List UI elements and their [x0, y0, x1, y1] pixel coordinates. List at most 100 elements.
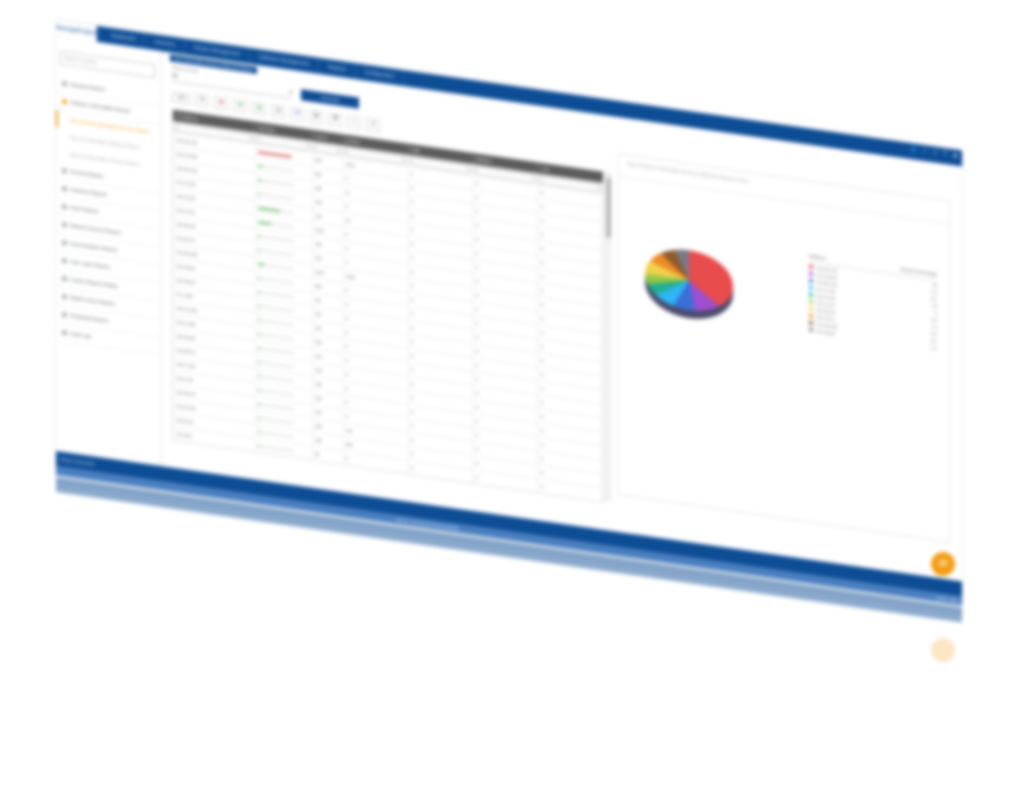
- severity-bar-fill: [258, 430, 261, 433]
- legend-swatch: [809, 320, 813, 326]
- legend-value: 8.1: [931, 296, 937, 302]
- grid-body: 10.0.26.134 820 2310 4 0 0 10.0.18.202 302 4 0 0 0 1…: [173, 132, 603, 503]
- pdf-icon[interactable]: ■: [214, 95, 229, 111]
- legend-value: 38: [932, 282, 937, 288]
- legend-swatch: [809, 285, 813, 291]
- legend-swatch: [809, 278, 813, 284]
- severity-bar-fill: [258, 374, 261, 377]
- severity-bar-fill: [258, 304, 261, 307]
- status-right[interactable]: Quick Help: [936, 593, 958, 605]
- folder-icon: [62, 311, 67, 318]
- legend-swatch: [809, 313, 813, 319]
- sidebar-item-label: Custom Reports Builder: [70, 277, 118, 289]
- severity-bar-fill: [258, 220, 271, 225]
- severity-bar: [258, 444, 295, 452]
- folder-icon: [62, 98, 67, 105]
- sidebar-items: Standard Reports Software Vulnerability R…: [56, 74, 161, 357]
- per-page-select[interactable]: 100: [172, 91, 191, 104]
- pie-chart: [645, 249, 733, 319]
- legend-swatch: [809, 327, 813, 333]
- severity-bar-fill: [258, 164, 262, 168]
- legend-swatch: [809, 264, 813, 270]
- generate-button[interactable]: Generate: [301, 89, 359, 109]
- user-icon[interactable]: 👤: [910, 146, 917, 154]
- email-icon[interactable]: ✉: [290, 106, 305, 122]
- sidebar: Search reports Standard Reports Software …: [56, 36, 162, 467]
- severity-bar: [258, 416, 295, 424]
- add-icon[interactable]: +: [347, 114, 362, 131]
- severity-bar-fill: [258, 416, 261, 419]
- legend-swatch: [809, 299, 813, 305]
- legend-value: 5.5: [931, 317, 937, 323]
- severity-bar-fill: [258, 444, 261, 447]
- folder-icon: [62, 221, 67, 228]
- chart-divider: [619, 176, 949, 225]
- folder-icon: [62, 239, 67, 246]
- severity-bar: [258, 374, 295, 382]
- severity-bar: [258, 402, 295, 410]
- severity-bar: [258, 150, 295, 158]
- severity-bar: [258, 346, 295, 354]
- severity-bar: [258, 304, 295, 312]
- grid-scrollbar[interactable]: [606, 171, 611, 502]
- sidebar-item-label: Software Vulnerability Reports: [70, 100, 131, 114]
- sidebar-item-label: Audit Logs: [70, 331, 92, 340]
- sidebar-item-label: Security Reports: [70, 169, 104, 179]
- severity-bar-fill: [258, 234, 261, 237]
- severity-bar-fill: [258, 150, 291, 158]
- search-icon[interactable]: ⌕: [923, 148, 926, 155]
- top-icons: 👤 ⌕ ♫ ? ⚙: [910, 146, 958, 160]
- severity-bar: [258, 164, 295, 172]
- chat-icon[interactable]: ✉: [931, 552, 955, 576]
- severity-bar-fill: [258, 276, 261, 279]
- severity-bar: [258, 262, 295, 270]
- severity-bar-fill: [258, 332, 261, 335]
- severity-bar: [258, 458, 295, 466]
- severity-bar-fill: [258, 318, 261, 321]
- chart-title: Top 10 Most Vulnerable Devices Affected …: [627, 161, 748, 185]
- folder-icon: [62, 80, 67, 87]
- legend-value: 9.7: [931, 289, 937, 295]
- severity-bar: [258, 220, 295, 228]
- settings-icon[interactable]: ⚙: [953, 152, 958, 160]
- report-grid: IP Address Severity Count Critical High Mediu…: [172, 108, 604, 503]
- sidebar-item-label: Patch Reports: [70, 205, 99, 215]
- severity-bar-fill: [258, 262, 264, 266]
- severity-bar: [258, 388, 295, 396]
- csv-icon[interactable]: ▤: [252, 101, 267, 117]
- folder-icon: [62, 275, 67, 282]
- sidebar-item-label: Hardware Reports: [70, 187, 107, 198]
- sidebar-item-label: Scheduled Reports: [70, 313, 109, 324]
- grid-scroll-thumb[interactable]: [606, 177, 611, 238]
- severity-bar-fill: [258, 346, 261, 349]
- legend-value: 6: [934, 310, 937, 316]
- severity-bar: [258, 234, 295, 242]
- severity-bar: [258, 360, 295, 368]
- export-icon[interactable]: ⇪: [366, 117, 381, 133]
- bell-icon[interactable]: ♫: [933, 149, 938, 157]
- refresh-icon[interactable]: ↻: [195, 93, 210, 109]
- legend-swatch: [809, 271, 813, 277]
- legend-value: 6.3: [931, 331, 937, 337]
- help-icon[interactable]: ?: [943, 151, 946, 158]
- screenshot-stage: ManageEngine Dashboard Inventory Device Ma…: [0, 0, 1016, 788]
- severity-bar-fill: [258, 360, 261, 363]
- severity-bar-fill: [258, 178, 262, 182]
- severity-bar-fill: [258, 192, 261, 195]
- legend-value: 5.1: [931, 345, 937, 351]
- settings-icon[interactable]: ⚙: [309, 109, 324, 125]
- legend-header-percentage: Virtual Percentage: [900, 266, 937, 277]
- legend-value: 7.4: [931, 324, 937, 330]
- excel-icon[interactable]: ■: [233, 98, 248, 114]
- sidebar-search-input[interactable]: Search reports: [60, 50, 155, 79]
- legend-swatch: [809, 292, 813, 298]
- legend-value: 6.1: [931, 338, 937, 344]
- severity-bar: [258, 192, 295, 200]
- print-icon[interactable]: ⎙: [271, 104, 286, 120]
- folder-icon: [62, 257, 67, 264]
- folder-icon: [62, 329, 67, 336]
- sidebar-item-label: Asset Analytics Reports: [70, 241, 118, 253]
- sidebar-item-label: Network Devices Reports: [70, 223, 121, 236]
- filter-icon[interactable]: ⧩: [328, 112, 343, 128]
- severity-bar: [258, 248, 295, 256]
